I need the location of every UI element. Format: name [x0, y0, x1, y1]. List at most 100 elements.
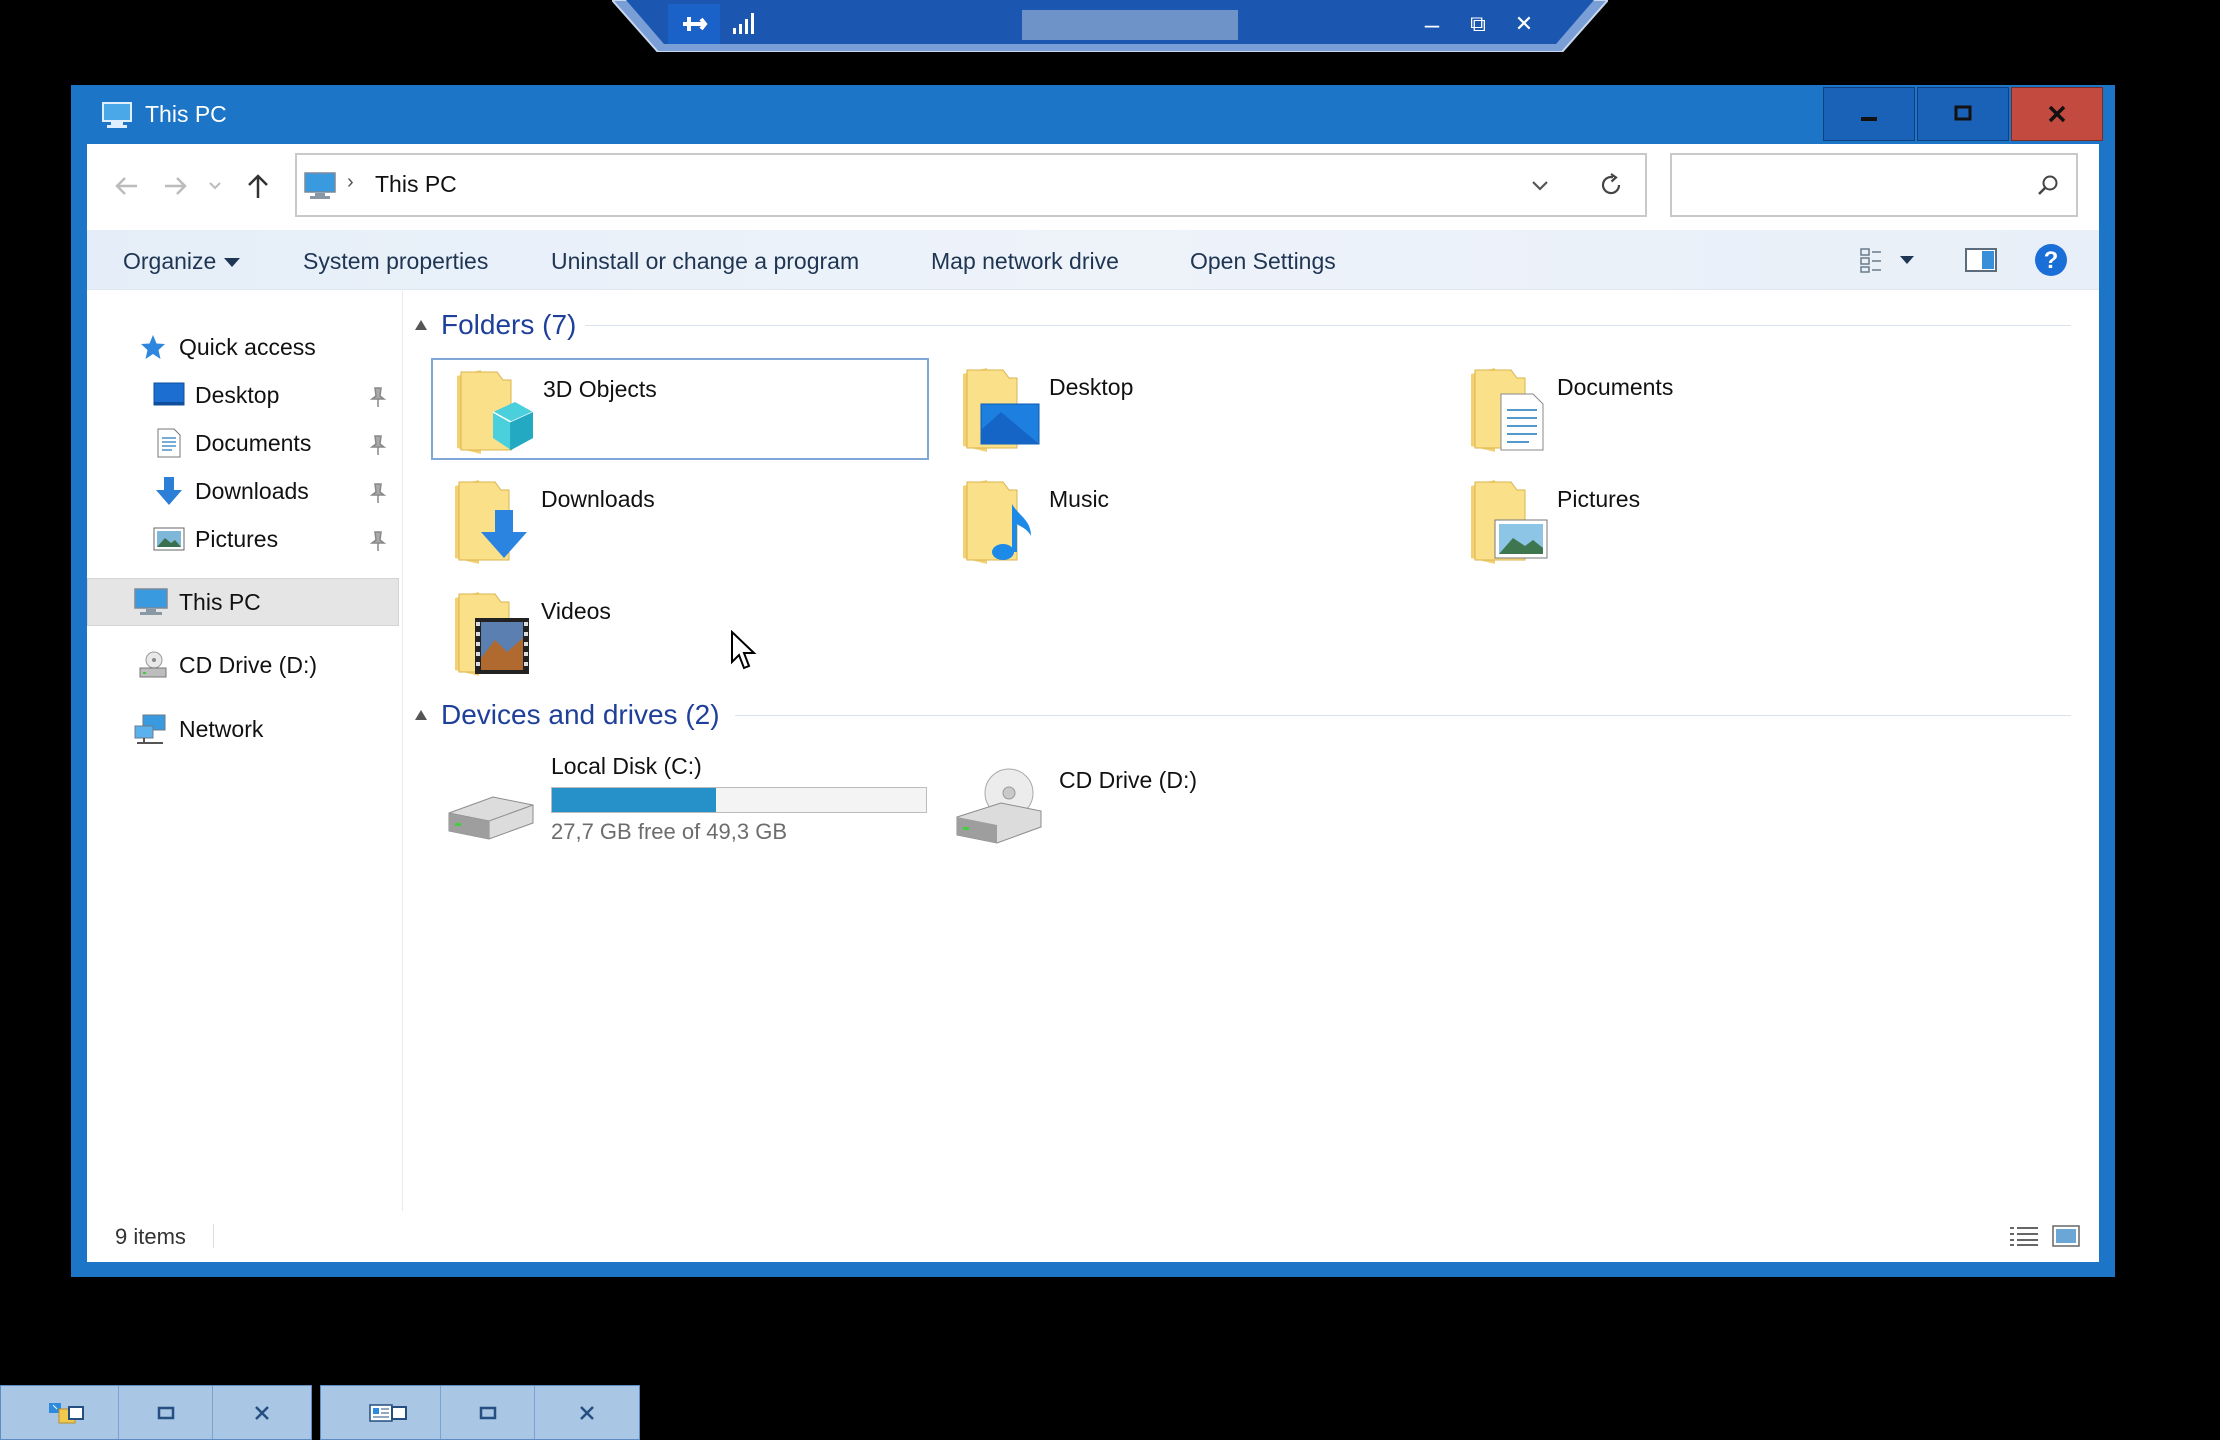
folder-music[interactable]: Music: [939, 470, 1437, 572]
back-button[interactable]: [107, 164, 145, 208]
nav-label: Documents: [195, 429, 312, 456]
folder-label: Videos: [541, 598, 611, 624]
drive-local-disk-c[interactable]: Local Disk (C:) 27,7 GB free of 49,3 GB: [443, 753, 943, 853]
map-network-drive-button[interactable]: Map network drive: [931, 248, 1119, 275]
nav-label: Pictures: [195, 525, 279, 552]
pictures-icon: [153, 523, 185, 555]
chevron-down-icon: [224, 258, 241, 268]
folder-desktop[interactable]: Desktop: [939, 358, 1437, 460]
close-window-icon[interactable]: [213, 1386, 311, 1439]
nav-item-desktop[interactable]: Desktop: [153, 373, 279, 417]
rdp-close-button[interactable]: ✕: [1502, 4, 1546, 44]
pin-icon[interactable]: [369, 530, 387, 552]
drive-cd-d[interactable]: CD Drive (D:): [951, 753, 1251, 853]
group-header-folders[interactable]: Folders (7): [405, 305, 2071, 345]
forward-button[interactable]: [157, 164, 195, 208]
search-icon[interactable]: [2036, 173, 2060, 197]
breadcrumb-separator-icon[interactable]: ›: [347, 171, 354, 194]
search-input[interactable]: [1682, 167, 2002, 203]
minimized-window-2[interactable]: [320, 1385, 640, 1440]
restore-window-icon[interactable]: [119, 1386, 213, 1439]
rdp-restore-button[interactable]: ⧉: [1456, 4, 1500, 44]
preview-pane-icon[interactable]: [1963, 244, 1999, 276]
details-view-icon[interactable]: [2007, 1222, 2041, 1250]
drive-label: Local Disk (C:): [551, 753, 702, 779]
view-options-chevron-down-icon[interactable]: [1899, 254, 1915, 266]
system-properties-button[interactable]: System properties: [303, 248, 488, 275]
folder-videos[interactable]: Videos: [431, 582, 929, 684]
folder-label: Downloads: [541, 486, 655, 512]
nav-item-this-pc[interactable]: This PC: [133, 580, 261, 624]
file-explorer-window: This PC › This PC Organize System proper…: [71, 85, 2115, 1277]
change-view-icon[interactable]: [1857, 244, 1889, 276]
connection-host-name: [1022, 10, 1238, 40]
pin-icon[interactable]: [668, 4, 720, 44]
collapse-triangle-icon[interactable]: [415, 710, 427, 720]
download-arrow-icon: [153, 475, 185, 507]
nav-item-downloads[interactable]: Downloads: [153, 469, 309, 513]
group-title: Devices and drives (2): [441, 699, 720, 730]
pin-icon[interactable]: [369, 482, 387, 504]
connection-quality-icon[interactable]: [724, 6, 764, 40]
close-window-icon[interactable]: [535, 1386, 639, 1439]
up-button[interactable]: [239, 164, 277, 208]
nav-item-cd-drive[interactable]: CD Drive (D:): [137, 643, 317, 687]
folder-downloads[interactable]: Downloads: [431, 470, 929, 572]
command-bar: Organize System properties Uninstall or …: [87, 230, 2099, 290]
mouse-pointer-icon: [731, 630, 757, 670]
close-button[interactable]: [2011, 87, 2103, 141]
this-pc-icon: [304, 172, 336, 199]
uninstall-program-button[interactable]: Uninstall or change a program: [551, 248, 859, 275]
folder-3d-objects[interactable]: 3D Objects: [431, 358, 929, 460]
folder-pictures[interactable]: Pictures: [1447, 470, 1945, 572]
group-divider: [735, 715, 2071, 716]
music-folder-icon: [963, 480, 1031, 564]
minimize-button[interactable]: [1823, 87, 1915, 141]
3d-objects-folder-icon: [457, 370, 534, 454]
nav-item-documents[interactable]: Documents: [153, 421, 311, 465]
window-client-area: › This PC Organize System properties Uni…: [87, 144, 2099, 1262]
collapse-triangle-icon[interactable]: [415, 320, 427, 330]
rdp-minimize-button[interactable]: –: [1410, 4, 1454, 44]
documents-icon: [153, 427, 185, 459]
large-icons-view-icon[interactable]: [2049, 1222, 2083, 1250]
this-pc-icon: [102, 102, 132, 128]
recent-locations-chevron-icon[interactable]: [203, 164, 227, 208]
status-bar: 9 items: [87, 1212, 2099, 1262]
star-icon: [137, 331, 169, 363]
minimized-window-1[interactable]: [0, 1385, 312, 1440]
folder-documents[interactable]: Documents: [1447, 358, 1945, 460]
search-box[interactable]: [1670, 153, 2078, 217]
pin-icon[interactable]: [369, 434, 387, 456]
maximize-button[interactable]: [1917, 87, 2009, 141]
drive-free-space: 27,7 GB free of 49,3 GB: [551, 819, 788, 844]
content-pane: Folders (7) 3D Objects Desktop Documents…: [405, 291, 2099, 1211]
network-sharing-icon[interactable]: [15, 1386, 119, 1439]
cd-drive-icon: [956, 768, 1042, 844]
open-settings-button[interactable]: Open Settings: [1190, 248, 1336, 275]
breadcrumb-this-pc[interactable]: This PC: [375, 171, 457, 198]
refresh-icon[interactable]: [1595, 169, 1627, 201]
folder-label: Pictures: [1557, 486, 1641, 512]
this-pc-icon: [133, 586, 169, 618]
address-bar[interactable]: › This PC: [295, 153, 1647, 217]
documents-folder-icon: [1471, 368, 1544, 452]
item-count: 9 items: [115, 1224, 186, 1249]
group-header-devices[interactable]: Devices and drives (2): [405, 695, 2071, 735]
pin-icon[interactable]: [369, 386, 387, 408]
drive-usage-fill: [552, 788, 716, 812]
cd-drive-icon: [137, 649, 169, 681]
title-bar[interactable]: This PC: [71, 85, 2115, 144]
nav-label: Downloads: [195, 477, 309, 504]
restore-window-icon[interactable]: [441, 1386, 535, 1439]
address-history-chevron-down-icon[interactable]: [1525, 171, 1555, 201]
system-settings-icon[interactable]: [335, 1386, 441, 1439]
group-title: Folders (7): [441, 309, 577, 340]
folder-label: Desktop: [1049, 374, 1134, 400]
help-icon[interactable]: ?: [2033, 242, 2069, 278]
nav-label: CD Drive (D:): [179, 651, 317, 678]
nav-item-quick-access[interactable]: Quick access: [137, 325, 316, 369]
organize-menu[interactable]: Organize: [123, 248, 241, 275]
nav-item-network[interactable]: Network: [133, 707, 263, 751]
nav-item-pictures[interactable]: Pictures: [153, 517, 278, 561]
